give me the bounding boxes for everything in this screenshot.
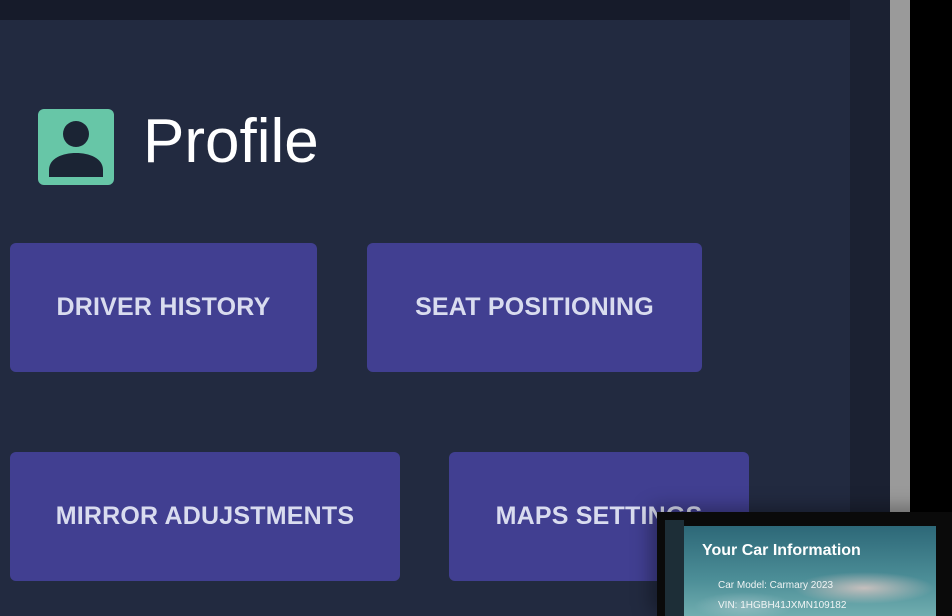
- car-vin-text: VIN: 1HGBH41JXMN109182: [718, 600, 847, 611]
- car-info-card[interactable]: Your Car Information Car Model: Carmary …: [657, 512, 952, 616]
- seat-positioning-button[interactable]: SEAT POSITIONING: [367, 243, 702, 372]
- car-info-title: Your Car Information: [702, 542, 861, 559]
- top-strip: [0, 0, 890, 20]
- page-title: Profile: [143, 107, 319, 176]
- driver-history-label: DRIVER HISTORY: [56, 293, 271, 321]
- car-model-text: Car Model: Carmary 2023: [718, 580, 834, 591]
- user-avatar-icon: [38, 109, 114, 185]
- card-frame: [665, 520, 684, 616]
- seat-positioning-label: SEAT POSITIONING: [415, 293, 654, 321]
- mirror-adjustments-label: MIRROR ADUJSTMENTS: [55, 502, 355, 530]
- driver-history-button[interactable]: DRIVER HISTORY: [10, 243, 317, 372]
- mirror-adjustments-button[interactable]: MIRROR ADUJSTMENTS: [10, 452, 400, 581]
